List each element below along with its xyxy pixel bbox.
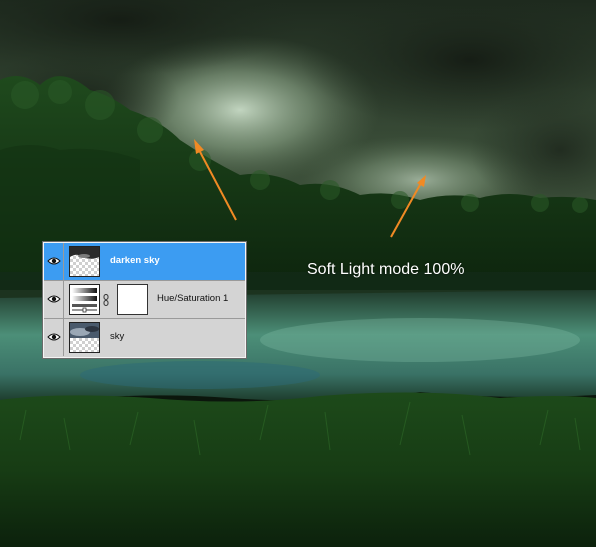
hue-saturation-adjustment-icon [69, 284, 100, 315]
layer-row-hue-saturation[interactable]: Hue/Saturation 1 [44, 281, 245, 319]
layers-panel: darken sky Hue/Saturation 1 sky [43, 242, 246, 358]
eye-icon [47, 257, 61, 265]
eye-icon [47, 333, 61, 341]
layer-row-darken-sky[interactable]: darken sky [44, 243, 245, 281]
layer-name: sky [110, 331, 125, 342]
layer-name: Hue/Saturation 1 [157, 293, 229, 304]
eye-icon [47, 295, 61, 303]
visibility-toggle[interactable] [44, 319, 64, 356]
layer-name: darken sky [110, 255, 160, 266]
visibility-toggle[interactable] [44, 243, 64, 280]
layer-row-sky[interactable]: sky [44, 319, 245, 357]
cloud-mask-icon [69, 246, 100, 277]
sky-photo-icon [69, 322, 100, 353]
visibility-toggle[interactable] [44, 281, 64, 318]
chain-link-icon[interactable] [103, 294, 109, 306]
white-mask-icon[interactable] [117, 284, 148, 315]
annotation-label: Soft Light mode 100% [307, 261, 465, 278]
